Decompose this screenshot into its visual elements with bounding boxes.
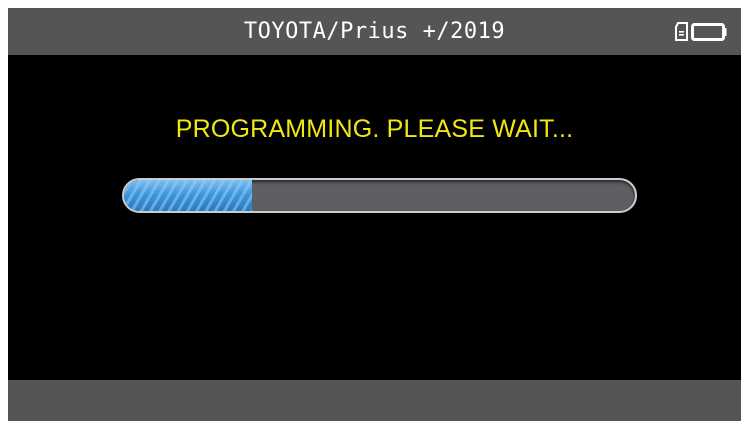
footer-bar: [8, 380, 741, 421]
sd-card-icon: [675, 22, 688, 41]
progress-bar-fill: [124, 180, 252, 211]
progress-bar: [122, 178, 637, 213]
vehicle-title: TOYOTA/Prius +/2019: [243, 19, 506, 44]
device-screen: TOYOTA/Prius +/2019 PROGRAMMING. PLEASE …: [8, 8, 741, 421]
title-bar: TOYOTA/Prius +/2019: [8, 8, 741, 55]
status-message: PROGRAMMING. PLEASE WAIT...: [175, 115, 574, 143]
battery-icon: [691, 23, 727, 41]
